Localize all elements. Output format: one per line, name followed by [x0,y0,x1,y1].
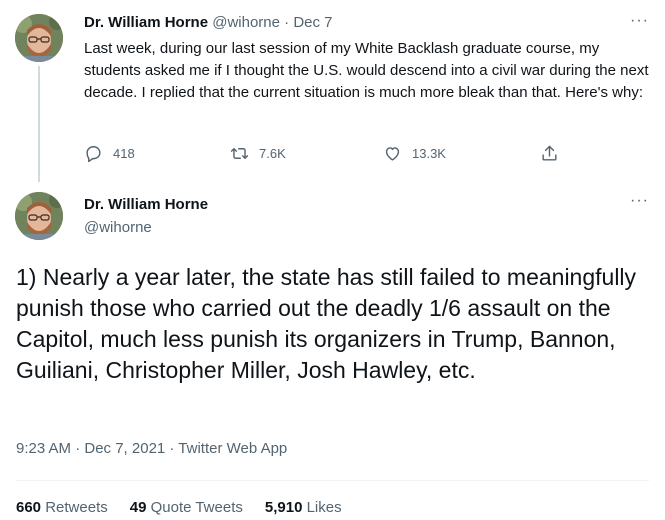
reply-count: 418 [113,146,135,161]
likes-stat[interactable]: 5,910 Likes [265,499,342,516]
tweet2-text: 1) Nearly a year later, the state has st… [16,264,637,383]
retweets-label: Retweets [45,499,108,516]
tweet1-text: Last week, during our last session of my… [84,40,649,101]
engagement-stats: 660 Retweets 49 Quote Tweets 5,910 Likes [16,499,342,516]
like-button[interactable]: 13.3K [383,144,446,163]
header-separator: · [284,14,290,31]
author-avatar-2[interactable] [15,192,63,240]
likes-label: Likes [306,499,342,516]
tweet1-author-name[interactable]: Dr. William Horne [84,14,208,31]
retweets-count: 660 [16,499,42,516]
quote-tweets-stat[interactable]: 49 Quote Tweets [130,499,243,516]
tweet1-date[interactable]: Dec 7 [293,14,332,31]
avatar-photo [15,14,63,62]
likes-count: 5,910 [264,499,303,516]
tweet1-author-handle[interactable]: @wihorne [212,14,280,31]
more-icon[interactable]: ··· [630,192,649,210]
tweet1-header: Dr. William Horne @wihorne · Dec 7 [84,14,333,31]
like-count: 13.3K [412,146,446,161]
retweets-stat[interactable]: 660 Retweets [16,499,108,516]
more-icon[interactable]: ··· [630,12,649,30]
retweet-icon [230,148,249,159]
divider [16,480,649,481]
thread-connector-line [38,66,40,182]
retweet-count: 7.6K [259,146,286,161]
author-avatar[interactable] [15,14,63,62]
share-icon [542,145,557,161]
tweet2-meta[interactable]: 9:23 AM · Dec 7, 2021 · Twitter Web App [16,440,287,457]
quotes-label: Quote Tweets [150,499,243,516]
reply-icon [86,146,101,163]
avatar-photo [15,192,63,240]
heart-icon [385,147,400,161]
tweet2-author-handle[interactable]: @wihorne [84,219,152,236]
reply-button[interactable]: 418 [84,144,135,163]
tweet2-author-name[interactable]: Dr. William Horne [84,196,208,213]
tweet1-action-bar: 418 7.6K 13.3K [84,144,564,164]
retweet-button[interactable]: 7.6K [230,144,286,163]
share-button[interactable] [540,144,559,163]
quotes-count: 49 [129,499,147,516]
